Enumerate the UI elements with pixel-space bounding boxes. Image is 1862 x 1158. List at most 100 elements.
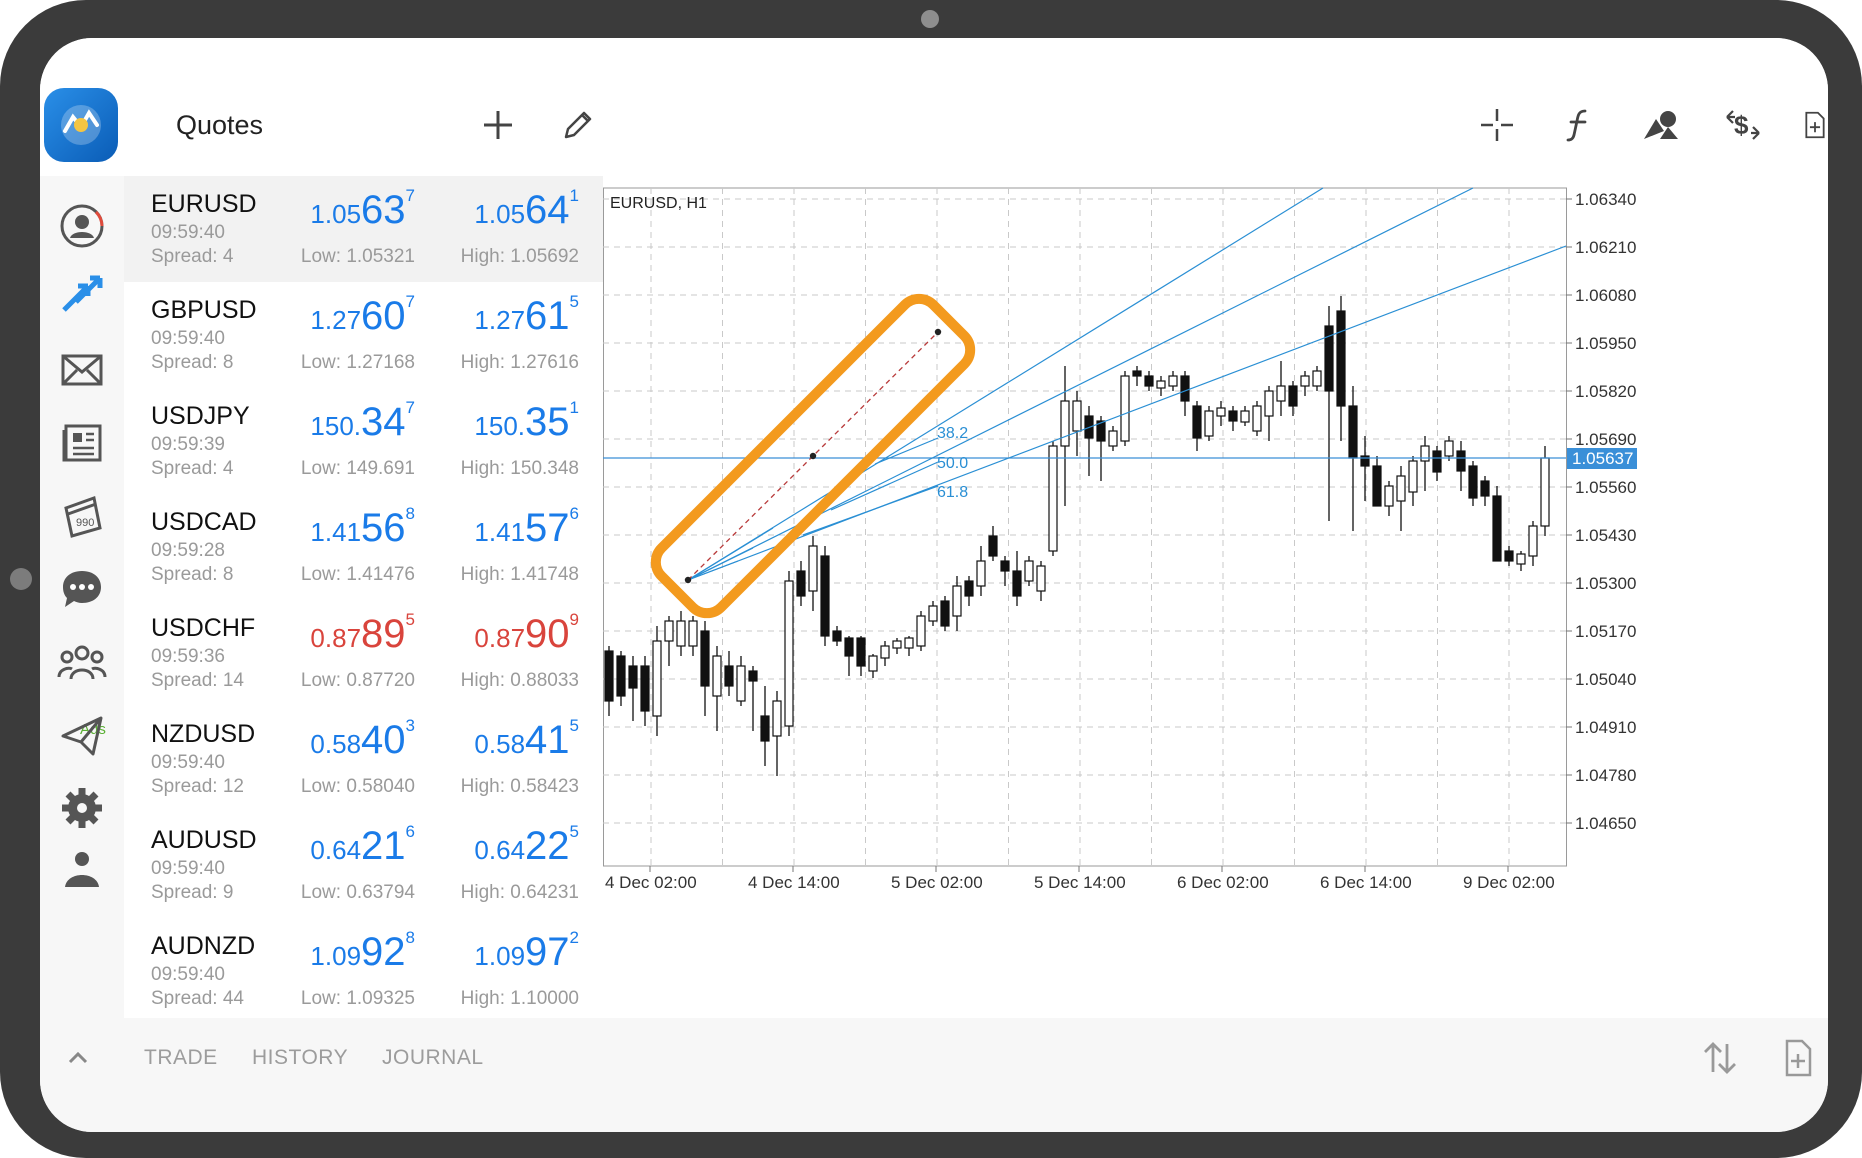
quote-bid-price[interactable]: 1.41568 [310,504,415,551]
quote-ask-price[interactable]: 1.09972 [474,928,579,975]
quote-bid-price[interactable]: 1.05637 [310,186,415,233]
candle-body [1384,485,1394,507]
time-axis-label: 5 Dec 14:00 [1034,873,1126,892]
indicators-button[interactable] [1556,102,1602,148]
price-prefix: 1.09 [474,941,526,971]
gear-icon [62,788,102,828]
quote-bid-price[interactable]: 150.347 [310,398,415,445]
quote-spread: Spread: 14 [151,670,244,691]
quote-row-eurusd[interactable]: EURUSD 09:59:40 Spread: 4 1.05637 1.05641 Low… [124,176,603,283]
candle-body [1432,450,1442,473]
sort-button[interactable] [1700,1038,1740,1078]
quote-bid-price[interactable]: 0.64216 [310,822,415,869]
candle-body [1036,565,1046,592]
candle-body [616,655,626,697]
tab-trade[interactable]: TRADE [144,1046,218,1070]
quote-row-nzdusd[interactable]: NZDUSD 09:59:40 Spread: 12 0.58403 0.58415 Lo… [124,706,603,813]
new-document-button[interactable] [1802,102,1828,148]
app-logo[interactable] [44,88,118,162]
price-axis-label: 1.06080 [1575,286,1636,305]
nav-settings[interactable] [54,780,110,836]
price-pips: 21 [361,824,406,868]
tab-journal[interactable]: JOURNAL [382,1046,484,1070]
community-icon [57,645,107,680]
quote-ask-price[interactable]: 1.41576 [474,504,579,551]
quote-ask-price[interactable]: 1.05641 [474,186,579,233]
price-prefix: 0.64 [310,835,362,865]
quote-ask-price[interactable]: 0.87909 [474,610,579,657]
candle-body [1180,375,1190,402]
app-screen: Quotes $ 990 Ads EURUSD 09:59:40 Spread:… [40,38,1828,1132]
new-order-button[interactable]: $ [1720,102,1766,148]
quote-bid-price[interactable]: 0.87895 [310,610,415,657]
chart-canvas[interactable]: 1.06340 1.06210 1.06080 1.05950 1.05820 1.056… [603,176,1828,1018]
chat-icon [63,571,101,607]
quote-row-gbpusd[interactable]: GBPUSD 09:59:40 Spread: 8 1.27607 1.27615 Low… [124,282,603,389]
device-side-button [10,568,32,590]
nav-trade[interactable] [54,268,110,324]
function-icon [1566,109,1587,142]
candle-body [1024,560,1034,582]
quote-time: 09:59:36 [151,646,225,667]
quote-ask-price[interactable]: 150.351 [474,398,579,445]
crosshair-button[interactable] [1474,102,1520,148]
expand-toolbox-button[interactable] [60,1040,96,1076]
nav-mail[interactable] [54,342,110,398]
quote-high: High: 1.27616 [460,352,579,373]
candle-body [664,620,674,642]
price-axis-label: 1.04910 [1575,718,1636,737]
candle-body [1492,495,1502,562]
quote-row-usdjpy[interactable]: USDJPY 09:59:39 Spread: 4 150.347 150.351 Low… [124,388,603,495]
nav-traders[interactable] [54,850,110,890]
nav-chat[interactable] [54,562,110,618]
quote-bid-price[interactable]: 1.09928 [310,928,415,975]
candle-body [940,600,950,627]
candle-body [1168,375,1178,387]
quote-low: Low: 1.41476 [300,564,415,585]
price-pips: 90 [525,612,570,656]
candle-body [736,665,746,702]
news-icon [62,424,102,462]
quote-ask-price[interactable]: 1.27615 [474,292,579,339]
candle-body [1336,310,1346,407]
candle-body [1216,407,1226,417]
price-chart[interactable]: 1.06340 1.06210 1.06080 1.05950 1.05820 1.056… [603,176,1828,1018]
candle-body [1468,465,1478,499]
quote-symbol: AUDUSD [151,826,257,854]
quote-spread: Spread: 44 [151,988,244,1009]
quote-ask-price[interactable]: 0.64225 [474,822,579,869]
traders-icon [65,852,99,887]
edit-symbols-button[interactable] [555,102,601,148]
price-prefix: 1.41 [474,517,526,547]
new-report-button[interactable] [1782,1038,1816,1078]
crosshair-icon [1481,109,1513,141]
candle-body [1120,375,1130,442]
price-pips: 92 [361,930,406,974]
objects-button[interactable] [1638,102,1684,148]
tab-history[interactable]: HISTORY [252,1046,348,1070]
add-symbol-button[interactable] [475,102,521,148]
candle-body [1540,457,1550,527]
candle-body [1108,430,1118,447]
quote-bid-price[interactable]: 0.58403 [310,716,415,763]
quote-high: High: 0.88033 [460,670,579,691]
quote-row-audnzd[interactable]: AUDNZD 09:59:40 Spread: 44 1.09928 1.09972 Lo… [124,918,603,1025]
candle-body [1144,375,1154,387]
price-axis-label: 1.06340 [1575,190,1636,209]
quote-row-usdchf[interactable]: USDCHF 09:59:36 Spread: 14 0.87895 0.87909 Lo… [124,600,603,707]
nav-telegram[interactable] [54,708,110,764]
edit-icon [564,111,592,139]
quote-row-usdcad[interactable]: USDCAD 09:59:28 Spread: 8 1.41568 1.41576 Low… [124,494,603,601]
price-fraction: 8 [405,504,415,523]
nav-account[interactable] [54,198,110,254]
nav-market-ads[interactable]: 990 [54,488,110,544]
quote-high: High: 150.348 [460,458,579,479]
quote-row-audusd[interactable]: AUDUSD 09:59:40 Spread: 9 0.64216 0.64225 Low… [124,812,603,919]
nav-news[interactable] [54,414,110,470]
candle-body [1192,405,1202,439]
telegram-icon [61,716,103,756]
candle-body [868,655,878,672]
quote-ask-price[interactable]: 0.58415 [474,716,579,763]
nav-community[interactable] [54,634,110,690]
quote-bid-price[interactable]: 1.27607 [310,292,415,339]
